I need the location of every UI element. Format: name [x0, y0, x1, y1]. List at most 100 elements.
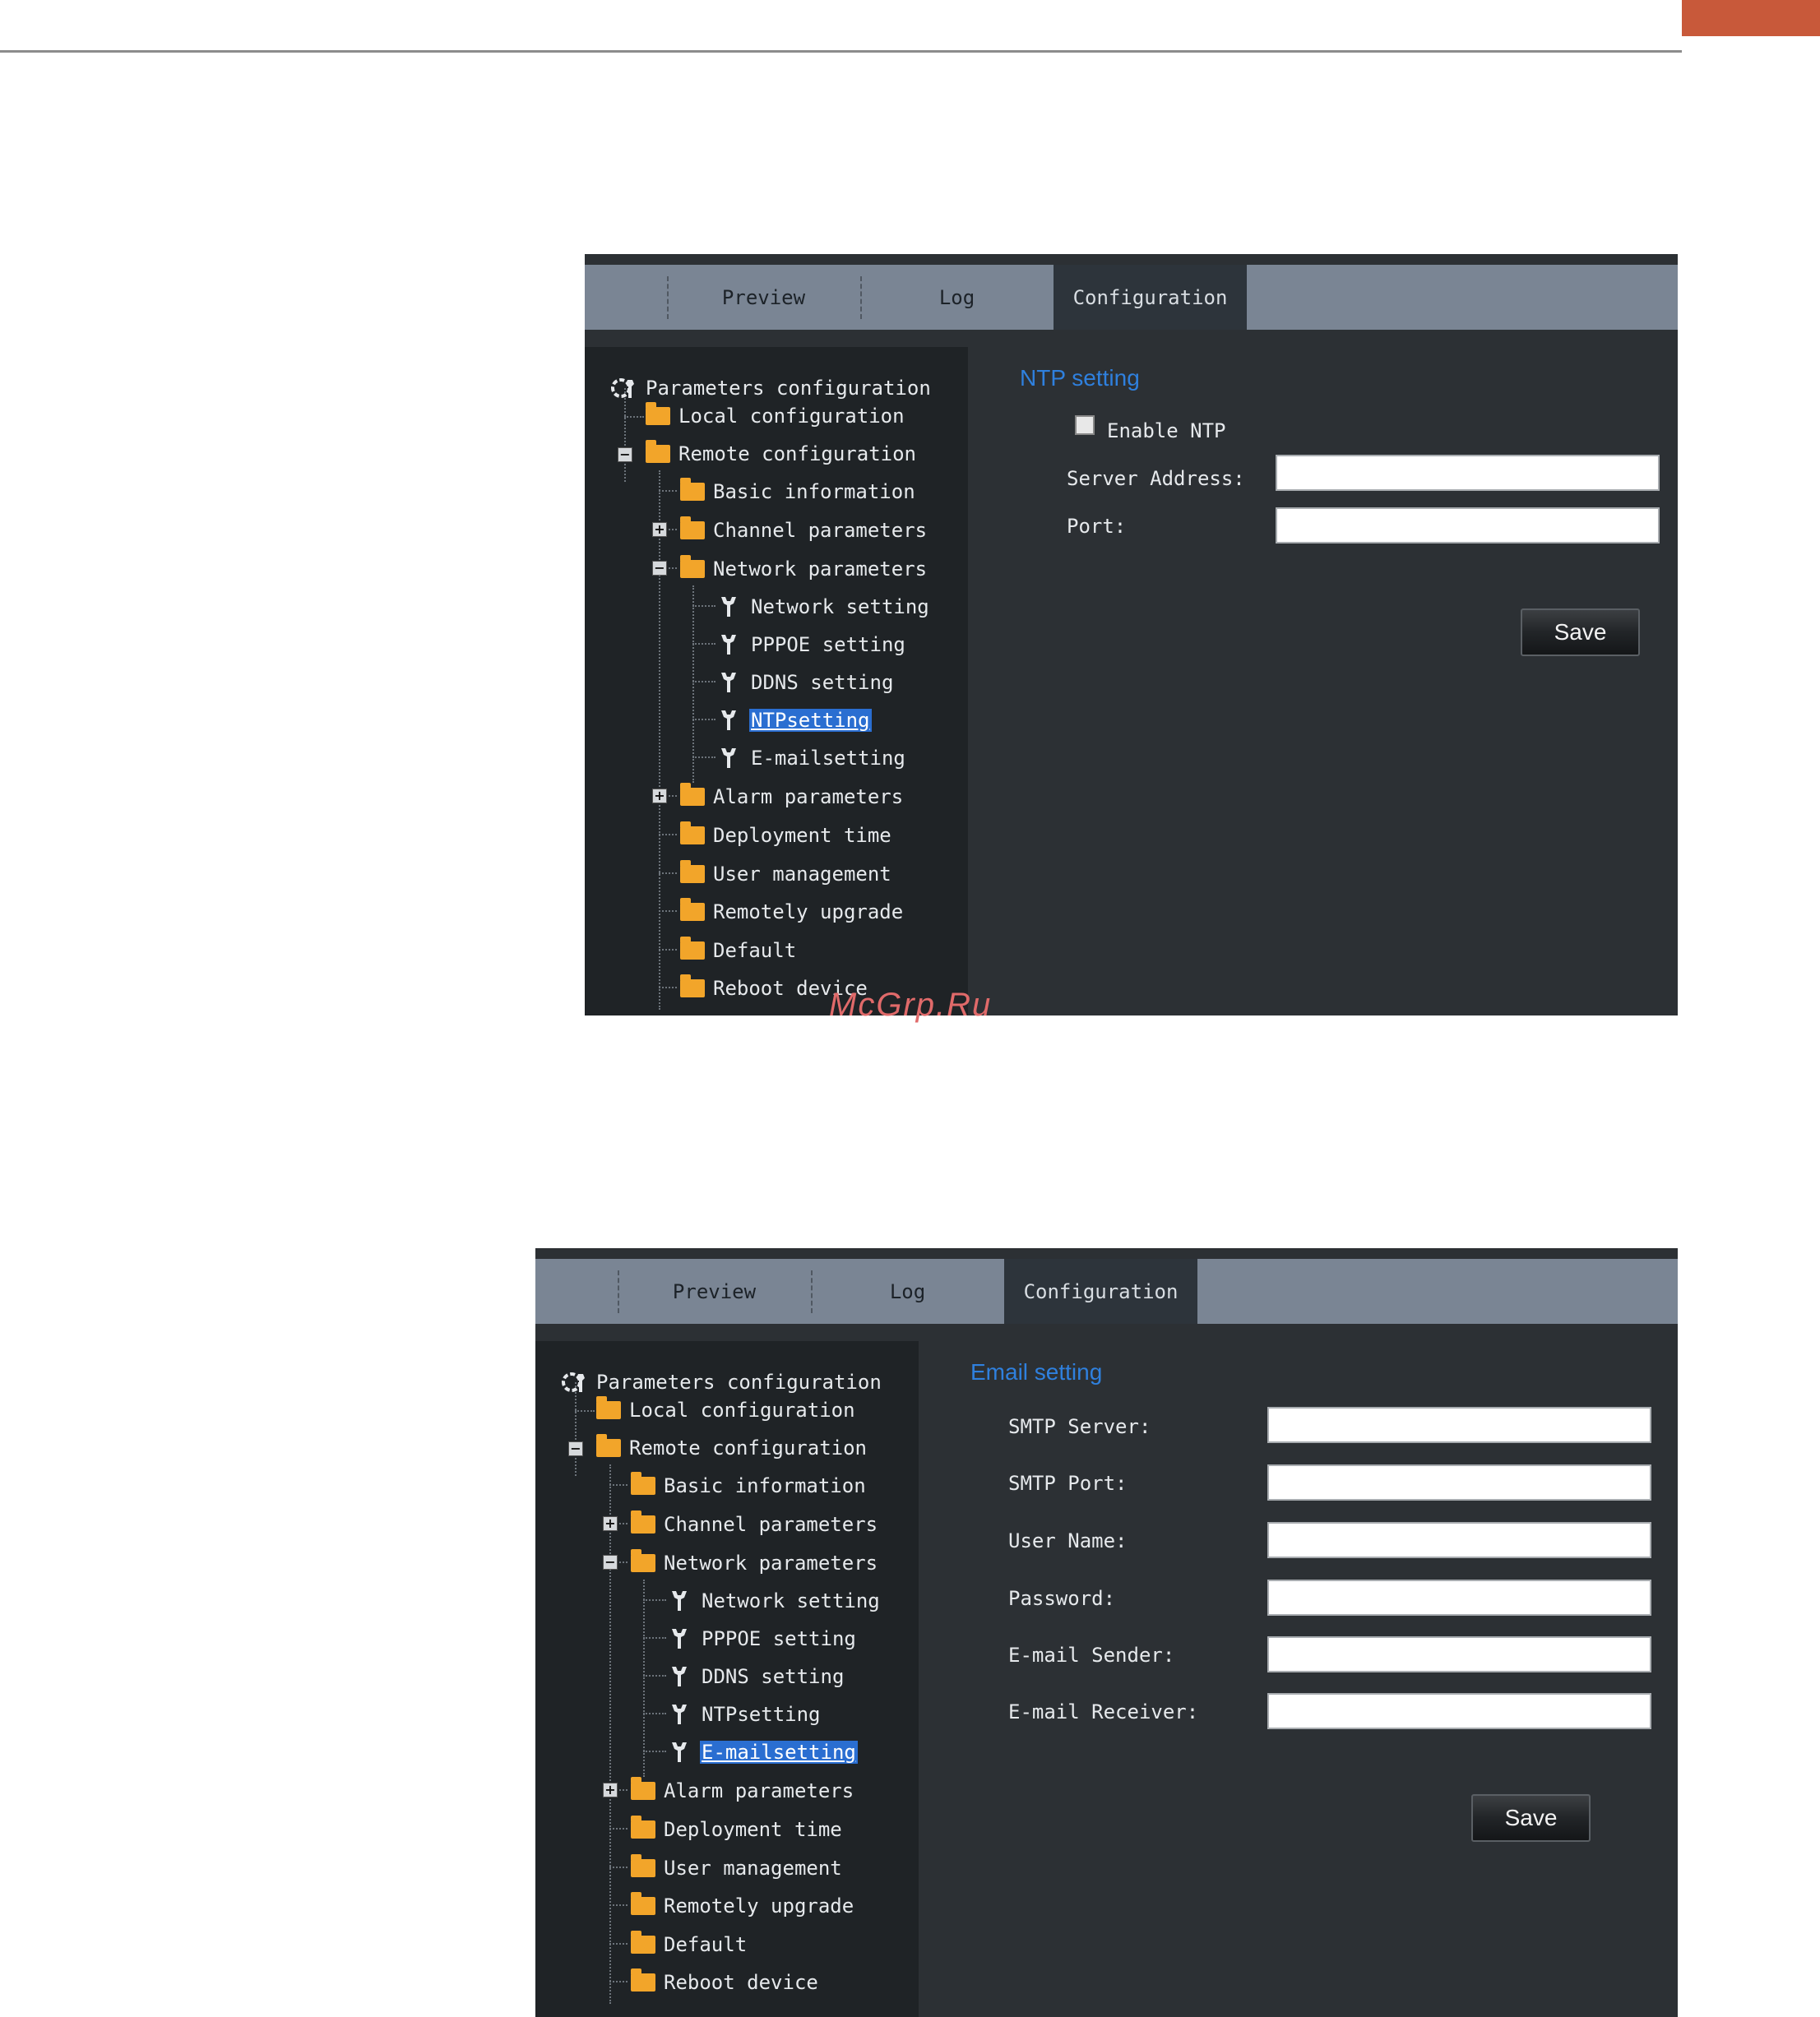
tree-connector [692, 605, 715, 607]
folder-icon [631, 1510, 655, 1534]
tab-configuration[interactable]: Configuration [1054, 265, 1247, 330]
smtp-server-input[interactable] [1267, 1407, 1651, 1443]
tree-item-network-setting[interactable]: Network setting [720, 590, 931, 623]
tree-item-user-management[interactable]: User management [680, 858, 893, 891]
folder-icon [631, 1892, 655, 1915]
tab-log[interactable]: Log [811, 1259, 1004, 1324]
folder-icon [596, 1434, 621, 1457]
tree-item-remotely-upgrade[interactable]: Remotely upgrade [680, 895, 905, 928]
tree-item-default[interactable]: Default [631, 1928, 748, 1961]
tree-item-pppoe-setting[interactable]: PPPOE setting [670, 1622, 858, 1655]
tree-item-label: Local configuration [678, 405, 905, 428]
port-input[interactable] [1276, 507, 1660, 544]
port-label: Port: [1067, 515, 1127, 538]
page-corner-tab [1682, 0, 1820, 36]
collapse-toggle[interactable]: − [652, 561, 667, 576]
tree-item-ddns-setting[interactable]: DDNS setting [720, 666, 895, 699]
tree-item-email-setting[interactable]: E-mailsetting [670, 1736, 858, 1769]
tab-preview[interactable]: Preview [667, 265, 860, 330]
folder-icon [680, 937, 705, 960]
tree-item-local-configuration[interactable]: Local configuration [646, 400, 906, 433]
tree-item-pppoe-setting[interactable]: PPPOE setting [720, 628, 907, 661]
tree-item-deployment-time[interactable]: Deployment time [631, 1813, 844, 1846]
tree-item-reboot-device[interactable]: Reboot device [631, 1966, 820, 1999]
user-name-label: User Name: [1008, 1529, 1128, 1552]
tree-item-label: User management [713, 863, 891, 886]
collapse-toggle[interactable]: − [568, 1441, 583, 1456]
tree-item-label: Deployment time [713, 824, 891, 847]
tree-connector [643, 1713, 666, 1714]
smtp-port-input[interactable] [1267, 1464, 1651, 1501]
tree-connector [692, 756, 715, 758]
tree-connector [659, 872, 677, 874]
folder-icon [631, 1931, 655, 1954]
tree-item-network-setting[interactable]: Network setting [670, 1584, 882, 1617]
tree-item-local-configuration[interactable]: Local configuration [596, 1394, 857, 1427]
tree-connector [609, 1484, 628, 1486]
tab-log[interactable]: Log [860, 265, 1054, 330]
save-button[interactable]: Save [1471, 1794, 1591, 1842]
tab-preview[interactable]: Preview [618, 1259, 811, 1324]
tree-item-remotely-upgrade[interactable]: Remotely upgrade [631, 1890, 855, 1922]
collapse-toggle[interactable]: − [603, 1555, 618, 1570]
wrench-icon [670, 1703, 688, 1726]
folder-icon [680, 516, 705, 539]
section-title: Email setting [970, 1359, 1103, 1385]
folder-icon [631, 1816, 655, 1839]
user-name-input[interactable] [1267, 1522, 1651, 1558]
tree-connector [643, 1751, 666, 1752]
settings-tools-icon [560, 1369, 590, 1395]
tree-item-channel-parameters[interactable]: Channel parameters [631, 1508, 879, 1541]
folder-icon [680, 478, 705, 501]
tree-item-label: Remote configuration [629, 1436, 867, 1460]
tree-connector [609, 1464, 611, 2004]
email-receiver-input[interactable] [1267, 1693, 1651, 1729]
email-receiver-label: E-mail Receiver: [1008, 1700, 1199, 1723]
tree-item-basic-information[interactable]: Basic information [631, 1469, 868, 1502]
tree-item-network-parameters[interactable]: Network parameters [631, 1547, 879, 1580]
tree-item-ddns-setting[interactable]: DDNS setting [670, 1660, 845, 1693]
tree-item-remote-configuration[interactable]: Remote configuration [646, 437, 918, 470]
expand-toggle[interactable]: + [603, 1516, 618, 1531]
tree-item-ntp-setting[interactable]: NTPsetting [670, 1698, 822, 1731]
tree-item-alarm-parameters[interactable]: Alarm parameters [631, 1774, 855, 1807]
tree-connector [575, 1410, 595, 1412]
tree-item-label: Network parameters [664, 1552, 878, 1575]
enable-ntp-checkbox[interactable] [1075, 415, 1095, 435]
email-sender-label: E-mail Sender: [1008, 1644, 1175, 1667]
tree-item-channel-parameters[interactable]: Channel parameters [680, 514, 929, 547]
expand-toggle[interactable]: + [652, 522, 667, 537]
tree-connector [659, 490, 677, 492]
server-address-input[interactable] [1276, 455, 1660, 491]
tree-item-deployment-time[interactable]: Deployment time [680, 819, 893, 852]
password-input[interactable] [1267, 1580, 1651, 1616]
expand-toggle[interactable]: + [652, 789, 667, 803]
tree-item-network-parameters[interactable]: Network parameters [680, 553, 929, 585]
collapse-toggle[interactable]: − [618, 447, 632, 462]
tree-item-user-management[interactable]: User management [631, 1852, 844, 1885]
tree-item-ntp-setting[interactable]: NTPsetting [720, 704, 872, 737]
tree-item-remote-configuration[interactable]: Remote configuration [596, 1432, 868, 1464]
tree-item-basic-information[interactable]: Basic information [680, 475, 917, 508]
tree-item-label: NTPsetting [702, 1703, 821, 1726]
watermark-text: McGrp.Ru [829, 987, 993, 1023]
tree-connector [609, 1828, 628, 1830]
expand-toggle[interactable]: + [603, 1783, 618, 1797]
tree-connector [609, 1981, 628, 1982]
tree-item-email-setting[interactable]: E-mailsetting [720, 742, 907, 775]
tree-item-label: Local configuration [629, 1399, 855, 1422]
folder-icon [631, 1472, 655, 1495]
settings-tools-icon [609, 375, 639, 401]
save-button[interactable]: Save [1521, 608, 1640, 656]
tree-item-label: Network setting [751, 595, 929, 618]
tree-connector [609, 1943, 628, 1945]
tab-configuration[interactable]: Configuration [1004, 1259, 1197, 1324]
tree-item-alarm-parameters[interactable]: Alarm parameters [680, 780, 905, 813]
email-sender-input[interactable] [1267, 1636, 1651, 1672]
folder-icon [631, 1968, 655, 1992]
email-config-window: Preview Log Configuration − + − + Parame… [535, 1248, 1678, 2017]
tree-item-default[interactable]: Default [680, 934, 798, 967]
folder-icon [680, 821, 705, 844]
section-title: NTP setting [1020, 365, 1140, 391]
email-settings-form: Email setting SMTP Server: SMTP Port: Us… [919, 1341, 1678, 2017]
